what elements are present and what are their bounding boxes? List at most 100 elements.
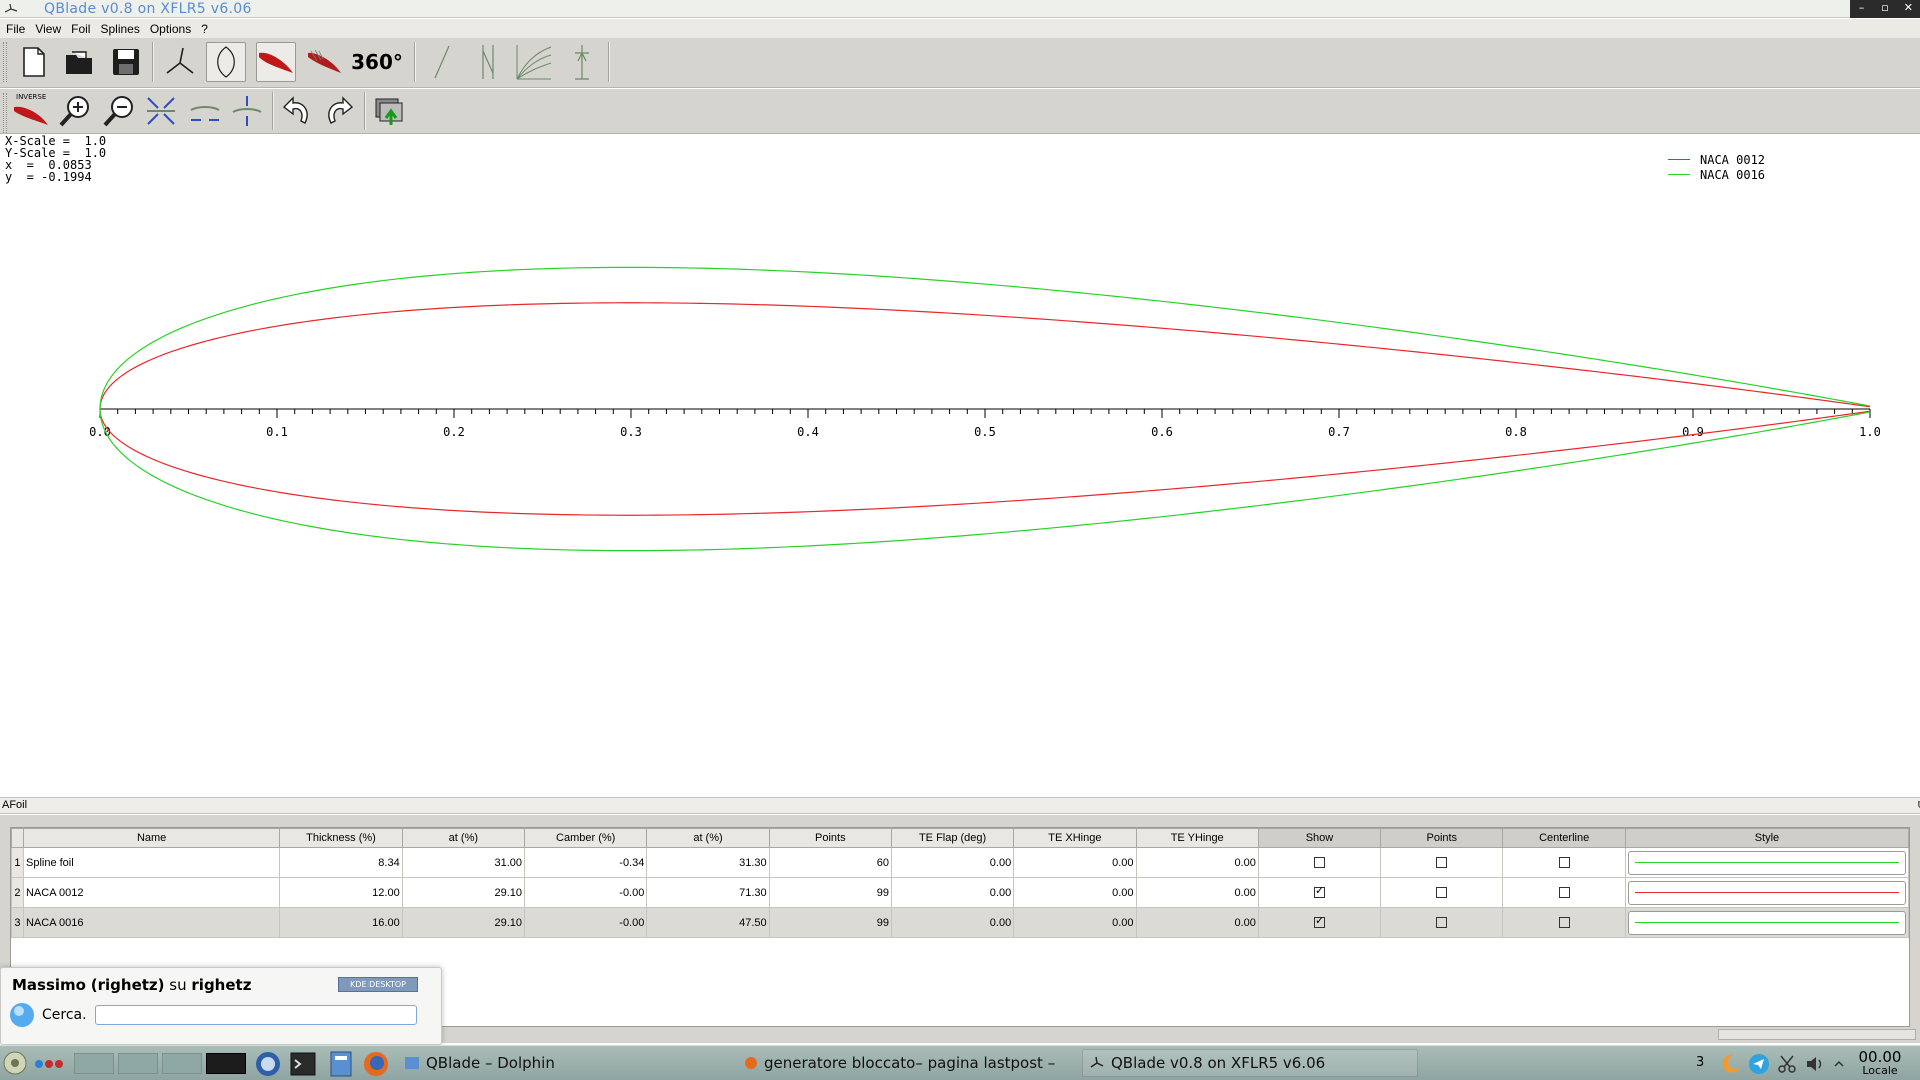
col-header[interactable]: Thickness (%) bbox=[279, 828, 403, 848]
360-polar-button[interactable]: 360° bbox=[351, 42, 403, 82]
activities-icon[interactable] bbox=[34, 1058, 64, 1070]
toolbar-grip[interactable] bbox=[3, 42, 7, 82]
pager-desktop-3[interactable] bbox=[162, 1053, 202, 1074]
cell-te-flap[interactable]: 0.00 bbox=[890, 907, 1015, 938]
foil-canvas[interactable]: X-Scale = 1.0 Y-Scale = 1.0 x = 0.0853 y = … bbox=[0, 135, 1920, 795]
centerline-checkbox[interactable] bbox=[1558, 917, 1570, 929]
cell-thickness[interactable]: 16.00 bbox=[279, 907, 403, 938]
cell-te-yhinge[interactable]: 0.00 bbox=[1135, 877, 1259, 908]
menu-foil[interactable]: Foil bbox=[71, 22, 90, 36]
centerline-checkbox[interactable] bbox=[1558, 887, 1570, 899]
search-input[interactable] bbox=[95, 1005, 417, 1025]
pts-checkbox[interactable] bbox=[1436, 917, 1448, 929]
tray-count[interactable]: 3 bbox=[1696, 1055, 1704, 1070]
style-selector[interactable] bbox=[1627, 880, 1906, 905]
cell-camber[interactable]: -0.34 bbox=[523, 847, 648, 878]
col-header[interactable]: Name bbox=[22, 828, 281, 848]
task-qblade[interactable]: QBlade v0.8 on XFLR5 v6.06 bbox=[1082, 1049, 1418, 1077]
col-header[interactable]: Show bbox=[1257, 828, 1382, 848]
show-checkbox[interactable] bbox=[1313, 857, 1325, 869]
open-file-button[interactable] bbox=[60, 42, 100, 82]
horizontal-scrollbar[interactable] bbox=[1718, 1029, 1916, 1040]
cell-te-flap[interactable]: 0.00 bbox=[890, 877, 1015, 908]
zoom-in-button[interactable] bbox=[56, 92, 94, 130]
pager-desktop-4[interactable] bbox=[206, 1053, 246, 1074]
scissors-icon[interactable] bbox=[1776, 1053, 1798, 1075]
undo-button[interactable] bbox=[278, 92, 316, 130]
zoom-out-button[interactable] bbox=[100, 92, 138, 130]
volume-icon[interactable] bbox=[1804, 1053, 1826, 1075]
telegram-icon[interactable] bbox=[1748, 1053, 1770, 1075]
pager-desktop-2[interactable] bbox=[118, 1053, 158, 1074]
terminal-icon[interactable] bbox=[290, 1052, 316, 1076]
table-row[interactable]: 2 NACA 0012 12.00 29.10 -0.00 71.30 99 0.00 0.00… bbox=[11, 877, 1909, 908]
col-header[interactable]: Points bbox=[1380, 828, 1504, 848]
pager-desktop-1[interactable] bbox=[74, 1053, 114, 1074]
toolbar-grip[interactable] bbox=[3, 93, 7, 133]
pts-checkbox[interactable] bbox=[1436, 887, 1448, 899]
cell-at1[interactable]: 31.00 bbox=[401, 847, 526, 878]
save-button[interactable] bbox=[106, 42, 146, 82]
cell-te-flap[interactable]: 0.00 bbox=[890, 847, 1015, 878]
show-checkbox[interactable] bbox=[1313, 885, 1325, 899]
cell-thickness[interactable]: 12.00 bbox=[279, 877, 403, 908]
table-row[interactable]: 3 NACA 0016 16.00 29.10 -0.00 47.50 99 0.00 0.00… bbox=[11, 907, 1909, 938]
cell-te-yhinge[interactable]: 0.00 bbox=[1135, 847, 1259, 878]
cell-camber[interactable]: -0.00 bbox=[523, 907, 648, 938]
col-header[interactable]: at (%) bbox=[646, 828, 770, 848]
direct-design-button[interactable] bbox=[304, 42, 344, 82]
kde-launcher-icon[interactable] bbox=[2, 1050, 28, 1076]
tray-expand-icon[interactable] bbox=[1834, 1059, 1844, 1069]
menu-options[interactable]: Options bbox=[150, 22, 191, 36]
night-mode-icon[interactable] bbox=[1720, 1053, 1742, 1075]
clock[interactable]: 00.00 Locale bbox=[1854, 1049, 1906, 1077]
close-button[interactable]: ✕ bbox=[1897, 0, 1920, 18]
task-qblade-dolphin[interactable]: QBlade – Dolphin bbox=[404, 1049, 555, 1077]
blade-design-button[interactable] bbox=[206, 42, 246, 82]
col-header[interactable]: Camber (%) bbox=[523, 828, 648, 848]
cell-points[interactable]: 60 bbox=[768, 847, 892, 878]
cell-camber[interactable]: -0.00 bbox=[523, 877, 648, 908]
centerline-checkbox[interactable] bbox=[1558, 857, 1570, 869]
foil-design-button[interactable] bbox=[256, 42, 296, 82]
cell-at2[interactable]: 47.50 bbox=[646, 907, 770, 938]
menu-file[interactable]: File bbox=[6, 22, 25, 36]
thunderbird-icon[interactable] bbox=[254, 1050, 282, 1078]
show-checkbox[interactable] bbox=[1313, 915, 1325, 929]
col-header[interactable]: Style bbox=[1624, 828, 1909, 848]
maximize-button[interactable]: ▫ bbox=[1873, 0, 1896, 18]
style-selector[interactable] bbox=[1627, 910, 1906, 935]
cell-name[interactable]: NACA 0012 bbox=[22, 877, 281, 908]
table-row[interactable]: 1 Spline foil 8.34 31.00 -0.34 31.30 60 0.00 0.0… bbox=[11, 847, 1909, 878]
reset-scale-button[interactable] bbox=[142, 92, 180, 130]
menu-help[interactable]: ? bbox=[201, 22, 208, 36]
cell-te-yhinge[interactable]: 0.00 bbox=[1135, 907, 1259, 938]
multi-polar-button[interactable] bbox=[514, 42, 554, 82]
turbine-sim-button[interactable] bbox=[562, 42, 602, 82]
col-header[interactable]: at (%) bbox=[401, 828, 526, 848]
export-button[interactable] bbox=[370, 92, 408, 130]
pts-checkbox[interactable] bbox=[1436, 857, 1448, 869]
reset-y-scale-button[interactable] bbox=[228, 92, 266, 130]
cell-te-xhinge[interactable]: 0.00 bbox=[1013, 877, 1137, 908]
col-header[interactable]: TE YHinge bbox=[1135, 828, 1259, 848]
menu-view[interactable]: View bbox=[35, 22, 61, 36]
cell-thickness[interactable]: 8.34 bbox=[279, 847, 403, 878]
hawt-rotor-button[interactable] bbox=[160, 42, 200, 82]
minimize-button[interactable]: – bbox=[1850, 0, 1873, 18]
foil-plot[interactable]: 0.0 0.1 0.2 0.3 0.4 0.5 0.6 0.7 0.8 0.9 1.0 bbox=[0, 135, 1920, 795]
task-firefox[interactable]: generatore bloccato– pagina lastpost – bbox=[744, 1049, 1055, 1077]
vawt-button[interactable] bbox=[468, 42, 508, 82]
redo-button[interactable] bbox=[320, 92, 358, 130]
cell-at1[interactable]: 29.10 bbox=[401, 877, 526, 908]
lift-curve-button[interactable] bbox=[422, 42, 462, 82]
new-document-button[interactable] bbox=[14, 42, 54, 82]
style-selector[interactable] bbox=[1627, 850, 1906, 875]
cell-name[interactable]: NACA 0016 bbox=[22, 907, 281, 938]
col-header[interactable]: Points bbox=[768, 828, 892, 848]
firefox-icon[interactable] bbox=[362, 1050, 390, 1078]
cell-te-xhinge[interactable]: 0.00 bbox=[1013, 847, 1137, 878]
inverse-design-button[interactable]: INVERSE bbox=[12, 92, 50, 130]
menu-splines[interactable]: Splines bbox=[100, 22, 139, 36]
col-header[interactable]: Centerline bbox=[1502, 828, 1626, 848]
